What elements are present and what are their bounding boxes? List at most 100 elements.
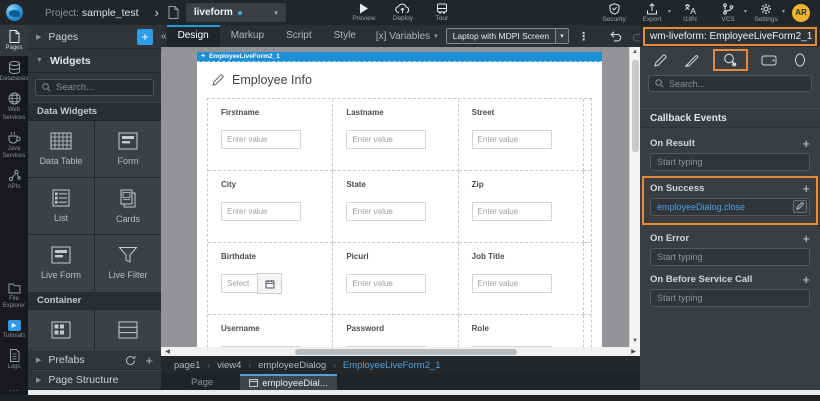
design-canvas[interactable]: + EmployeeLiveForm2_1 Employee Info Firs… xyxy=(161,47,640,347)
picurl-input[interactable] xyxy=(346,274,426,293)
rail-item-java-services[interactable]: Java Services xyxy=(0,126,28,164)
rail-item-logs[interactable]: Logs xyxy=(0,344,28,375)
state-input[interactable] xyxy=(346,202,426,221)
tab-style[interactable]: Style xyxy=(323,25,367,47)
breadcrumb-view4[interactable]: view4 xyxy=(217,360,241,371)
widget-tile-data-table[interactable]: Data Table xyxy=(28,121,94,177)
vcs-button[interactable]: ▾ VCS xyxy=(716,3,740,23)
data-widgets-header[interactable]: Data Widgets xyxy=(28,102,161,121)
tab-page[interactable]: Page xyxy=(191,377,213,388)
birthdate-input[interactable] xyxy=(221,274,258,293)
prefabs-section-header[interactable]: ▶ Prefabs + xyxy=(28,350,161,370)
scroll-down-arrow[interactable]: ▼ xyxy=(630,336,640,347)
inspector-search-input[interactable] xyxy=(669,79,789,89)
more-options-kebab-icon[interactable]: ⋮ xyxy=(578,30,589,43)
tab-events[interactable] xyxy=(713,49,748,71)
form-field-city[interactable]: City xyxy=(208,171,333,243)
breadcrumb-employeeliveform[interactable]: EmployeeLiveForm2_1 xyxy=(343,360,441,371)
widget-search-input[interactable] xyxy=(56,82,146,93)
form-field-state[interactable]: State xyxy=(333,171,458,243)
page-selector-dropdown[interactable]: liveform ▾ xyxy=(186,3,286,22)
breadcrumb-employeedialog[interactable]: employeeDialog xyxy=(258,360,326,371)
on-success-input[interactable] xyxy=(650,198,810,216)
rail-item-apis[interactable]: APIs xyxy=(0,164,28,195)
add-on-before-service-call-button[interactable]: + xyxy=(802,272,810,287)
widget-tile-layout-rows[interactable] xyxy=(95,310,161,350)
widget-tile-live-form[interactable]: Live Form xyxy=(28,235,94,291)
scroll-left-arrow[interactable]: ◀ xyxy=(161,348,174,355)
container-header[interactable]: Container xyxy=(28,291,161,310)
breadcrumb-page1[interactable]: page1 xyxy=(174,360,200,371)
rail-item-web-services[interactable]: Web Services xyxy=(0,87,28,125)
form-field-firstname[interactable]: Firstname xyxy=(208,99,333,171)
on-error-input[interactable] xyxy=(650,248,810,266)
jobtitle-input[interactable] xyxy=(472,274,552,293)
deploy-button[interactable]: Deploy xyxy=(391,3,415,22)
widget-tile-list[interactable]: List xyxy=(28,178,94,234)
preview-button[interactable]: Preview xyxy=(352,3,376,22)
selected-widget-tag[interactable]: + EmployeeLiveForm2_1 xyxy=(197,52,602,62)
form-field-street[interactable]: Street xyxy=(459,99,584,171)
firstname-input[interactable] xyxy=(221,130,301,149)
vertical-scroll-thumb[interactable] xyxy=(632,60,639,152)
undo-button[interactable] xyxy=(609,30,622,42)
tour-button[interactable]: Tour xyxy=(430,3,454,22)
form-field-password[interactable]: Password xyxy=(333,315,458,347)
form-field-zip[interactable]: Zip xyxy=(459,171,584,243)
on-result-input[interactable] xyxy=(650,153,810,171)
form-field-birthdate[interactable]: Birthdate xyxy=(208,243,333,315)
form-field-username[interactable]: Username xyxy=(208,315,333,347)
street-input[interactable] xyxy=(472,130,552,149)
form-field-jobtitle[interactable]: Job Title xyxy=(459,243,584,315)
tab-markup[interactable]: Markup xyxy=(220,25,275,47)
horizontal-scrollbar[interactable]: ◀ ▶ xyxy=(161,347,640,356)
export-button[interactable]: ▾ Export xyxy=(640,3,664,23)
widgets-section-header[interactable]: ▼ Widgets xyxy=(28,49,161,73)
on-before-service-call-input[interactable] xyxy=(650,289,810,307)
form-title[interactable]: Employee Info xyxy=(197,62,602,95)
form-field-role[interactable]: Role xyxy=(459,315,584,347)
add-on-success-button[interactable]: + xyxy=(802,181,810,196)
vertical-scrollbar[interactable]: ▲ ▼ xyxy=(629,47,640,347)
i18n-button[interactable]: A I18N xyxy=(678,3,702,23)
inspector-search-box[interactable] xyxy=(648,75,812,92)
tab-employee-dialog[interactable]: employeeDial... xyxy=(240,374,336,390)
user-avatar[interactable]: AR xyxy=(792,4,810,22)
security-button[interactable]: Security xyxy=(602,3,626,23)
horizontal-scroll-thumb[interactable] xyxy=(295,349,517,355)
tab-device[interactable] xyxy=(757,52,781,69)
refresh-icon[interactable] xyxy=(125,355,136,366)
zip-input[interactable] xyxy=(472,202,552,221)
variables-button[interactable]: [x] Variables ▾ xyxy=(376,31,438,42)
lastname-input[interactable] xyxy=(346,130,426,149)
page-structure-header[interactable]: ▶ Page Structure xyxy=(28,370,161,390)
add-prefab-button[interactable]: + xyxy=(145,353,153,368)
widget-search-box[interactable] xyxy=(35,79,154,96)
rail-item-pages[interactable]: Pages xyxy=(0,25,28,56)
scroll-up-arrow[interactable]: ▲ xyxy=(630,47,640,58)
device-selector[interactable]: Laptop with MDPI Screen ▾ xyxy=(446,28,569,44)
canvas-page[interactable]: + EmployeeLiveForm2_1 Employee Info Firs… xyxy=(197,52,602,347)
calendar-button[interactable] xyxy=(257,273,282,294)
rail-item-file-explorer[interactable]: File Explorer xyxy=(0,278,28,314)
edit-handler-button[interactable] xyxy=(793,200,807,213)
tab-styles[interactable] xyxy=(680,51,703,70)
settings-button[interactable]: ▾ Settings xyxy=(754,3,778,23)
rail-item-databases[interactable]: Databases xyxy=(0,56,28,87)
widget-tile-live-filter[interactable]: Live Filter xyxy=(95,235,161,291)
form-field-picurl[interactable]: Picurl xyxy=(333,243,458,315)
tab-outline[interactable] xyxy=(790,50,810,70)
widget-tile-grid-layout[interactable] xyxy=(28,310,94,350)
form-field-lastname[interactable]: Lastname xyxy=(333,99,458,171)
widget-tile-cards[interactable]: Cards xyxy=(95,178,161,234)
scroll-right-arrow[interactable]: ▶ xyxy=(627,348,640,355)
city-input[interactable] xyxy=(221,202,301,221)
add-on-result-button[interactable]: + xyxy=(802,136,810,151)
pages-section-header[interactable]: ▶ Pages + xyxy=(28,25,161,49)
tab-script[interactable]: Script xyxy=(275,25,323,47)
rail-item-tutorials[interactable]: ▶ Tutorials xyxy=(0,315,28,344)
widget-tile-form[interactable]: Form xyxy=(95,121,161,177)
tab-properties[interactable] xyxy=(650,51,671,70)
tab-design[interactable]: Design xyxy=(167,25,220,47)
add-on-error-button[interactable]: + xyxy=(802,231,810,246)
